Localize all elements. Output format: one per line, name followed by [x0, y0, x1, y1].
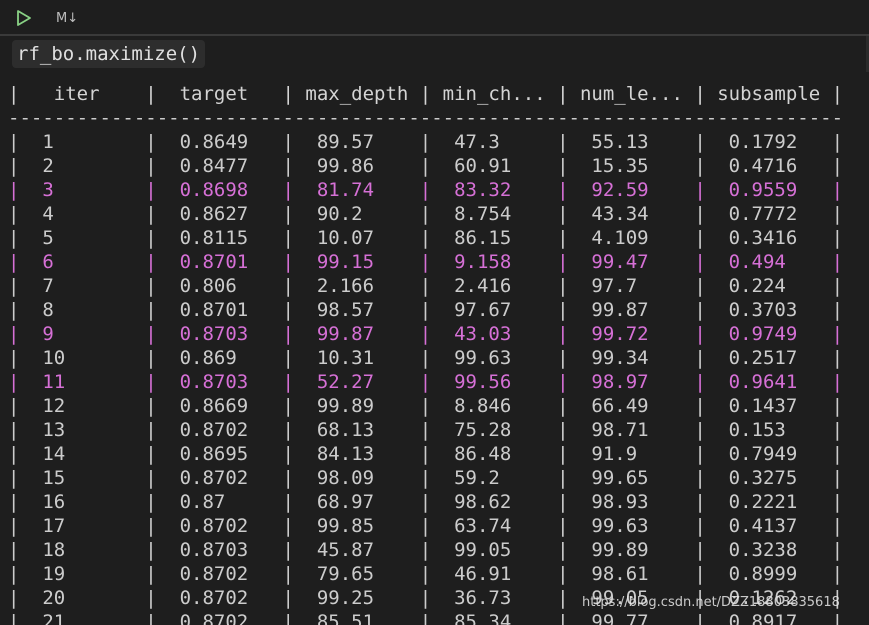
table-row: | 15 | 0.8702 | 98.09 | 59.2 | 99.65 | 0… — [8, 467, 844, 489]
table-row: | 11 | 0.8703 | 52.27 | 99.56 | 98.97 | … — [8, 371, 844, 393]
table-row: | 10 | 0.869 | 10.31 | 99.63 | 99.34 | 0… — [8, 347, 844, 369]
table-row: | 5 | 0.8115 | 10.07 | 86.15 | 4.109 | 0… — [8, 227, 844, 249]
table-separator: ----------------------------------------… — [8, 107, 844, 129]
table-row: | 12 | 0.8669 | 99.89 | 8.846 | 66.49 | … — [8, 395, 844, 417]
code-input[interactable]: rf_bo.maximize() — [12, 40, 206, 68]
table-header-row: | iter | target | max_depth | min_ch... … — [8, 83, 844, 105]
table-row: | 18 | 0.8703 | 45.87 | 99.05 | 99.89 | … — [8, 539, 844, 561]
optimization-log-table: | iter | target | max_depth | min_ch... … — [8, 82, 843, 625]
table-row: | 14 | 0.8695 | 84.13 | 86.48 | 91.9 | 0… — [8, 443, 844, 465]
table-row: | 3 | 0.8698 | 81.74 | 83.32 | 92.59 | 0… — [8, 179, 844, 201]
watermark-text: https://blog.csdn.net/DZZ18803835618 — [582, 595, 840, 610]
code-cell[interactable]: rf_bo.maximize() — [0, 36, 869, 72]
table-row: | 13 | 0.8702 | 68.13 | 75.28 | 98.71 | … — [8, 419, 844, 441]
notebook-cell: M↓ rf_bo.maximize() | iter | target | ma… — [0, 0, 869, 625]
table-row: | 4 | 0.8627 | 90.2 | 8.754 | 43.34 | 0.… — [8, 203, 844, 225]
table-row: | 7 | 0.806 | 2.166 | 2.416 | 97.7 | 0.2… — [8, 275, 844, 297]
cell-output: | iter | target | max_depth | min_ch... … — [0, 72, 869, 625]
table-row: | 19 | 0.8702 | 79.65 | 46.91 | 98.61 | … — [8, 563, 844, 585]
play-icon[interactable] — [16, 9, 32, 27]
table-row: | 9 | 0.8703 | 99.87 | 43.03 | 99.72 | 0… — [8, 323, 844, 345]
table-row: | 16 | 0.87 | 68.97 | 98.62 | 98.93 | 0.… — [8, 491, 844, 513]
table-row: | 17 | 0.8702 | 99.85 | 63.74 | 99.63 | … — [8, 515, 844, 537]
table-row: | 1 | 0.8649 | 89.57 | 47.3 | 55.13 | 0.… — [8, 131, 844, 153]
cell-type-markdown-toggle[interactable]: M↓ — [56, 11, 78, 26]
cell-toolbar: M↓ — [0, 0, 869, 34]
table-row: | 21 | 0.8702 | 85.51 | 85.34 | 99.77 | … — [8, 611, 844, 625]
table-row: | 8 | 0.8701 | 98.57 | 97.67 | 99.87 | 0… — [8, 299, 844, 321]
table-row: | 2 | 0.8477 | 99.86 | 60.91 | 15.35 | 0… — [8, 155, 844, 177]
table-row: | 6 | 0.8701 | 99.15 | 9.158 | 99.47 | 0… — [8, 251, 844, 273]
